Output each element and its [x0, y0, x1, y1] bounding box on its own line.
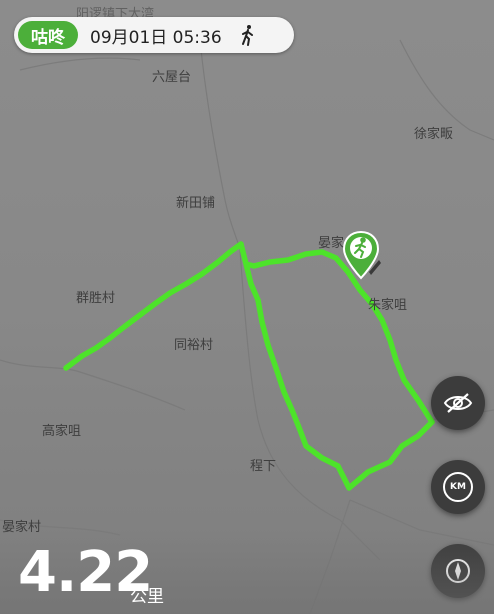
place-label-zhujiazui: 朱家咀 [368, 298, 408, 313]
km-icon: KM [443, 472, 473, 502]
place-label-xintianpu: 新田铺 [176, 196, 216, 211]
place-label-gaojiazui: 高家咀 [42, 424, 82, 439]
eye-slash-icon [443, 393, 473, 413]
place-label-liuwutai: 六屋台 [152, 70, 192, 85]
activity-header: 咕咚 09月01日 05:36 [14, 17, 294, 53]
activity-datetime: 09月01日 05:36 [90, 27, 222, 48]
map-canvas[interactable] [0, 0, 494, 614]
distance-unit: 公里 [130, 587, 164, 607]
walking-person-icon [241, 25, 253, 46]
place-label-tongyucun: 同裕村 [174, 338, 214, 353]
place-label-chengxia: 程下 [250, 459, 277, 474]
runner-pin-icon[interactable] [341, 230, 381, 284]
km-label: KM [450, 482, 466, 492]
place-label-xujiafan: 徐家畈 [414, 127, 454, 142]
km-markers-button[interactable]: KM [431, 460, 485, 514]
hide-route-button[interactable] [431, 376, 485, 430]
app-name-badge: 咕咚 [18, 21, 78, 49]
place-label-qunshengcun: 群胜村 [76, 291, 116, 306]
